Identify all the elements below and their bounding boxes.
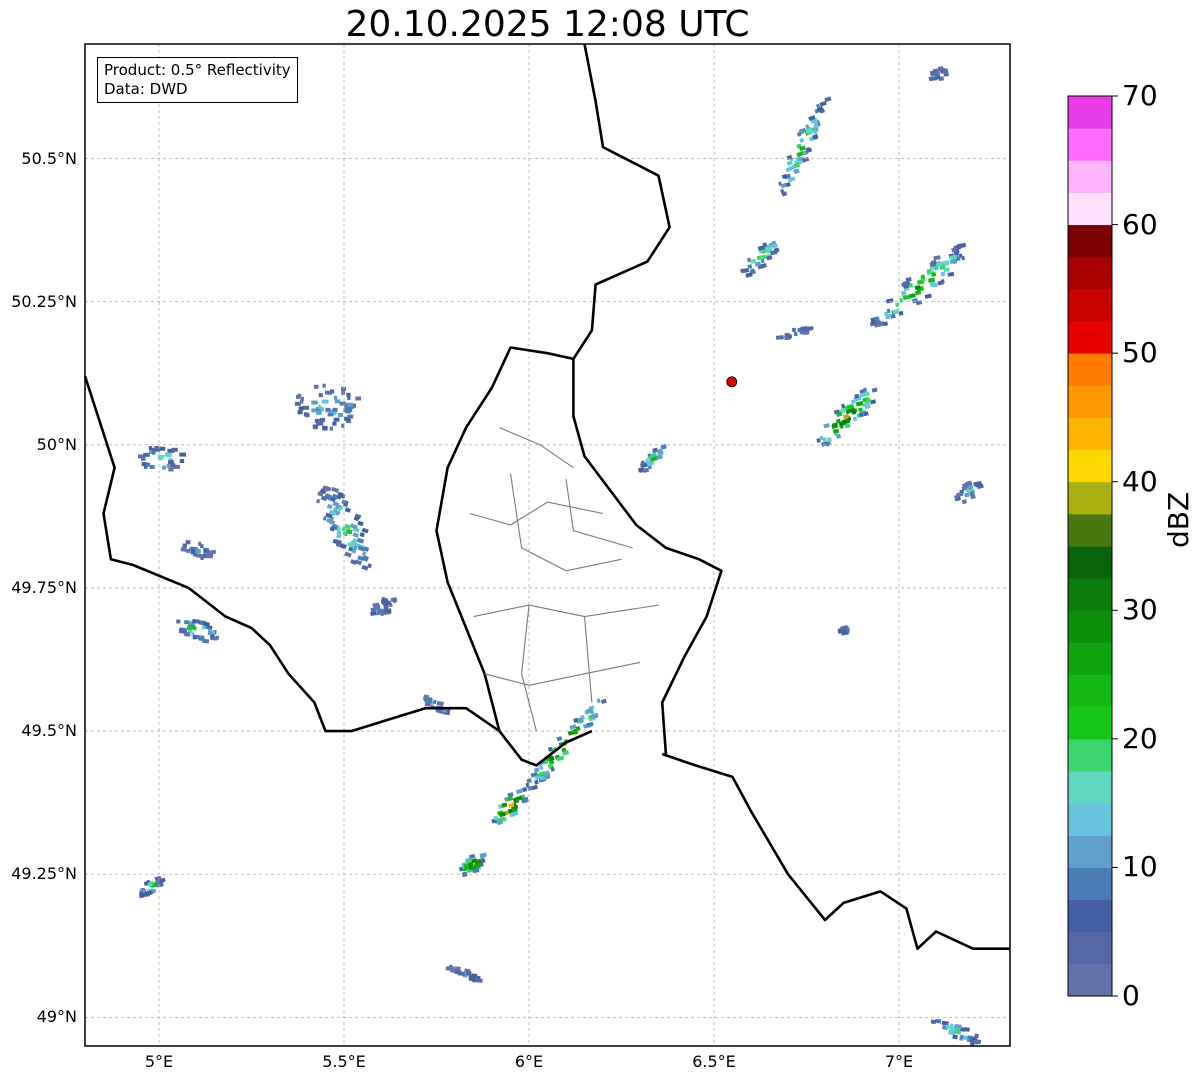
colorbar-segment [1068,321,1112,354]
product-label: Product: 0.5° Reflectivity [104,61,291,79]
echo-cell [637,443,667,473]
colorbar-segment [1068,610,1112,643]
echo-cell [816,387,878,447]
map-frame [84,43,1011,1047]
echo-cell [180,540,216,561]
echo-cell [176,619,220,644]
y-tick-label: 49°N [36,1007,77,1027]
colorbar-tick-label: 0 [1122,979,1140,1012]
graticule [85,44,1010,1046]
canton-border [499,427,574,469]
colorbar-segment [1068,963,1112,997]
colorbar-segment [1068,224,1112,258]
echo-cell [491,788,529,826]
radar-map [83,43,1118,1047]
country-border [435,346,574,732]
x-tick-label: 7°E [884,1052,914,1071]
colorbar-segment [1068,288,1112,322]
colorbar-tick-label: 60 [1122,207,1158,241]
colorbar-segment [1068,417,1112,451]
colorbar-segment [1068,899,1112,933]
canton-border [469,501,604,526]
echo-cell [775,326,814,341]
colorbar-segment [1068,385,1112,418]
colorbar-segment [1068,706,1112,740]
colorbar-segment [1068,578,1112,611]
colorbar-tick-label: 50 [1122,336,1158,370]
echo-cell [422,694,451,716]
colorbar-segment [1068,642,1112,676]
echo-cell [445,964,483,983]
colorbar-segment [1068,256,1112,290]
canton-border [473,604,659,618]
canton-border [484,661,641,686]
colorbar-segment [1068,835,1112,868]
echo-cell [837,625,850,636]
echo-cell [315,485,373,571]
colorbar-tick-label: 40 [1122,464,1158,498]
colorbar-segment [1068,96,1112,129]
y-tick-label: 50°N [36,434,77,454]
echo-cell [294,383,362,431]
colorbar-segment [1068,160,1112,193]
canton-border [583,616,593,703]
colorbar [1067,95,1118,997]
colorbar-segment [1068,867,1112,901]
y-tick-label: 49.75°N [11,577,77,597]
x-tick-label: 5°E [144,1052,174,1071]
canton-border [509,473,622,572]
colorbar-tick-label: 30 [1122,593,1158,627]
colorbar-segment [1068,481,1112,515]
country-borders [83,43,1010,950]
echo-cell [778,96,832,197]
x-tick-label: 6°E [514,1052,544,1071]
echo-cell [930,1018,982,1046]
y-tick-label: 50.5°N [21,148,77,168]
colorbar-tick-label: 70 [1122,79,1158,112]
echo-cell [928,66,949,82]
y-tick-label: 49.25°N [11,864,77,884]
product-info-box: Product: 0.5° Reflectivity Data: DWD [97,57,298,103]
echo-cell [139,875,166,899]
radar-site-marker [726,376,738,388]
x-tick-label: 6.5°E [692,1052,736,1071]
x-tick-label: 5.5°E [322,1052,366,1071]
canton-border [565,479,633,549]
echo-cell [954,480,984,505]
colorbar-segment [1068,513,1112,547]
colorbar-label: dBZ [1162,491,1195,548]
echo-cell [370,596,398,617]
colorbar-segment [1068,128,1112,161]
y-tick-label: 49.5°N [21,721,77,741]
colorbar-segment [1068,674,1112,708]
colorbar-segment [1068,738,1112,772]
radar-site-layer [726,376,738,388]
colorbar-segment [1068,192,1112,226]
colorbar-segment [1068,546,1112,579]
y-tick-label: 50.25°N [11,291,77,311]
colorbar-segment [1068,353,1112,386]
echo-cell [459,852,487,878]
colorbar-tick-label: 10 [1122,850,1158,884]
data-source-label: Data: DWD [104,80,188,98]
echo-cell [740,240,780,278]
country-border [572,43,723,755]
colorbar-segment [1068,803,1112,836]
colorbar-segment [1068,931,1112,965]
colorbar-tick-label: 20 [1122,721,1158,755]
echo-cell [138,446,187,472]
colorbar-segment [1068,449,1112,483]
colorbar-segment [1068,771,1112,804]
echo-cell [869,242,967,328]
